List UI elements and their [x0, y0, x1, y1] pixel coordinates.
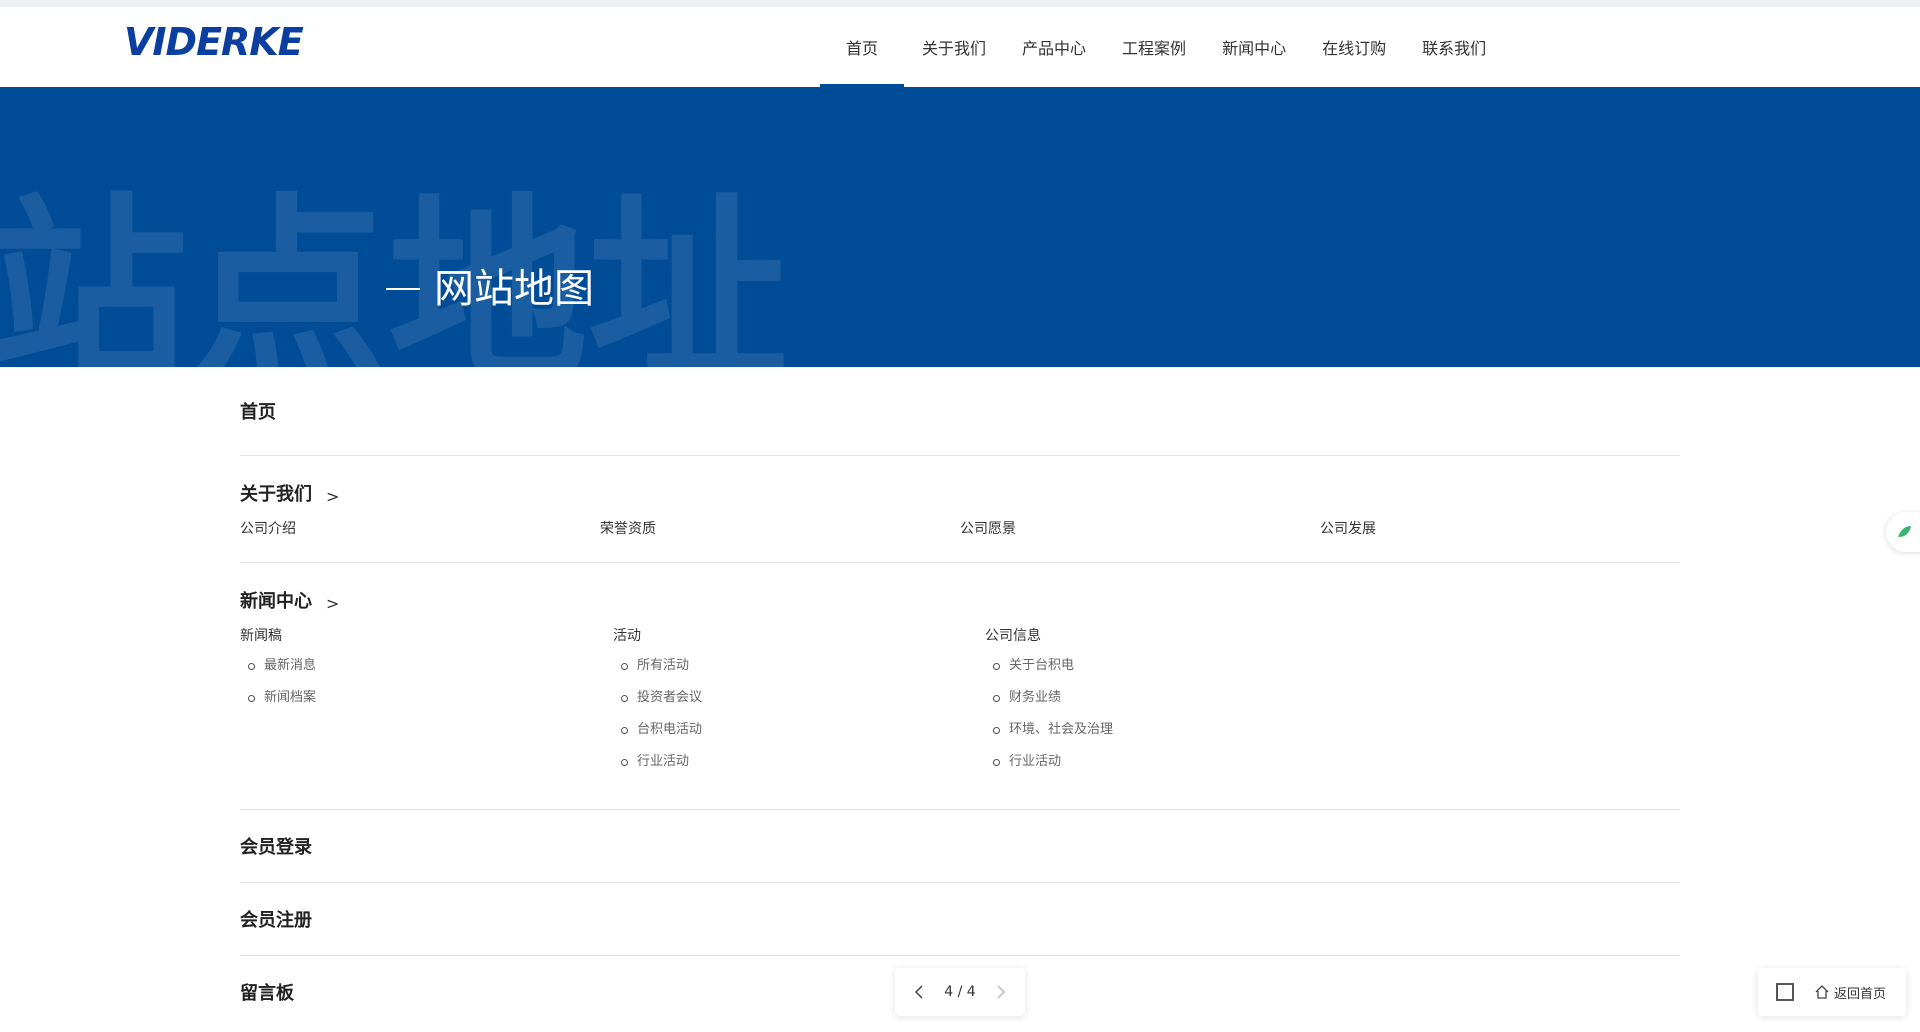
list-item-label: 财务业绩 — [1009, 690, 1062, 705]
top-strip — [0, 0, 1920, 7]
section-title: 关于我们 — [240, 484, 312, 505]
bullet-icon — [621, 663, 628, 670]
page-banner: 站点地址 网站地图 — [0, 87, 1920, 367]
news-column: 活动 所有活动 投资者会议 台积电活动 行业活动 — [613, 625, 985, 783]
sitemap-about-link[interactable]: 关于我们 > — [240, 456, 1680, 518]
chevron-left-icon — [914, 985, 923, 999]
news-column: 新闻稿 最新消息 新闻档案 — [240, 625, 613, 783]
list-item-label: 行业活动 — [637, 754, 690, 769]
page-indicator: 4 / 4 — [944, 984, 976, 1000]
bullet-icon — [993, 727, 1000, 734]
list-item[interactable]: 新闻档案 — [248, 687, 613, 719]
list-item[interactable]: 所有活动 — [621, 655, 985, 687]
nav-news[interactable]: 新闻中心 — [1204, 7, 1304, 87]
list-item-label: 新闻档案 — [264, 690, 317, 705]
list-item[interactable]: 行业活动 — [993, 751, 1358, 783]
fullscreen-toggle[interactable] — [1776, 983, 1794, 1001]
section-title: 留言板 — [240, 983, 294, 1004]
nav-about[interactable]: 关于我们 — [904, 7, 1004, 87]
section-title: 会员注册 — [240, 910, 312, 931]
list-item-label: 环境、社会及治理 — [1009, 722, 1114, 737]
section-title: 会员登录 — [240, 837, 312, 858]
news-column-title[interactable]: 新闻稿 — [240, 625, 613, 647]
leaf-icon — [1898, 526, 1911, 538]
news-column: 公司信息 关于台积电 财务业绩 环境、社会及治理 行业活动 — [985, 625, 1358, 783]
section-arrow: > — [326, 594, 340, 613]
list-item-label: 最新消息 — [264, 658, 317, 673]
title-dash — [386, 288, 420, 290]
back-home-button[interactable]: 返回首页 — [1814, 983, 1886, 1002]
bullet-icon — [993, 695, 1000, 702]
bullet-icon — [248, 695, 255, 702]
list-item[interactable]: 台积电活动 — [621, 719, 985, 751]
list-item-label: 所有活动 — [637, 658, 690, 673]
sitemap: 首页 关于我们 > 公司介绍 荣誉资质 公司愿景 公司发展 新闻中心 > 新闻稿… — [240, 367, 1680, 1028]
section-title: 首页 — [240, 402, 276, 423]
back-home-label: 返回首页 — [1834, 986, 1887, 1002]
sitemap-section-login: 会员登录 — [240, 810, 1680, 883]
bullet-icon — [993, 759, 1000, 766]
side-float-tab[interactable] — [1886, 512, 1920, 552]
logo-mark: VIDERKE — [124, 20, 305, 64]
list-item[interactable]: 行业活动 — [621, 751, 985, 783]
news-columns: 新闻稿 最新消息 新闻档案 活动 所有活动 投资者会议 台积电活动 行业活动 公… — [240, 625, 1680, 809]
bullet-icon — [248, 663, 255, 670]
prev-page-button[interactable] — [911, 984, 927, 1000]
list-item-label: 投资者会议 — [637, 690, 703, 705]
section-arrow: > — [326, 487, 340, 506]
news-column-title[interactable]: 活动 — [613, 625, 985, 647]
list-item[interactable]: 最新消息 — [248, 655, 613, 687]
nav-products[interactable]: 产品中心 — [1004, 7, 1104, 87]
link-development[interactable]: 公司发展 — [1320, 518, 1680, 538]
section-title: 新闻中心 — [240, 591, 312, 612]
list-item-label: 关于台积电 — [1009, 658, 1075, 673]
site-header: VIDERKE 首页 关于我们 产品中心 工程案例 新闻中心 在线订购 联系我们 — [0, 7, 1920, 87]
link-honors[interactable]: 荣誉资质 — [600, 518, 960, 538]
about-links: 公司介绍 荣誉资质 公司愿景 公司发展 — [240, 518, 1680, 562]
bullet-icon — [621, 727, 628, 734]
sitemap-login-link[interactable]: 会员登录 — [240, 810, 1680, 882]
page-title-text: 网站地图 — [434, 266, 594, 312]
next-page-button[interactable] — [993, 984, 1009, 1000]
sitemap-section-about: 关于我们 > 公司介绍 荣誉资质 公司愿景 公司发展 — [240, 456, 1680, 563]
logo-text: VIDERKE — [124, 21, 304, 61]
sitemap-section-news: 新闻中心 > 新闻稿 最新消息 新闻档案 活动 所有活动 投资者会议 台积电活动… — [240, 563, 1680, 810]
float-toolbar: 返回首页 — [1758, 968, 1906, 1016]
sitemap-register-link[interactable]: 会员注册 — [240, 883, 1680, 955]
bullet-icon — [621, 759, 628, 766]
nav-cases[interactable]: 工程案例 — [1104, 7, 1204, 87]
list-item[interactable]: 财务业绩 — [993, 687, 1358, 719]
list-item[interactable]: 环境、社会及治理 — [993, 719, 1358, 751]
sitemap-section-home: 首页 — [240, 367, 1680, 456]
sitemap-section-register: 会员注册 — [240, 883, 1680, 956]
sitemap-home-link[interactable]: 首页 — [240, 367, 1680, 455]
list-item[interactable]: 投资者会议 — [621, 687, 985, 719]
list-item[interactable]: 关于台积电 — [993, 655, 1358, 687]
main-nav: 首页 关于我们 产品中心 工程案例 新闻中心 在线订购 联系我们 — [820, 7, 1504, 87]
chevron-right-icon — [997, 985, 1006, 999]
list-item-label: 行业活动 — [1009, 754, 1062, 769]
nav-order[interactable]: 在线订购 — [1304, 7, 1404, 87]
bullet-icon — [993, 663, 1000, 670]
news-sublist: 关于台积电 财务业绩 环境、社会及治理 行业活动 — [985, 655, 1358, 783]
page-title: 网站地图 — [386, 267, 594, 311]
news-sublist: 最新消息 新闻档案 — [240, 655, 613, 719]
sitemap-news-link[interactable]: 新闻中心 > — [240, 563, 1680, 625]
link-company-intro[interactable]: 公司介绍 — [240, 518, 600, 538]
home-icon — [1815, 985, 1829, 999]
nav-home[interactable]: 首页 — [820, 7, 905, 87]
company-logo[interactable]: VIDERKE — [124, 20, 340, 64]
nav-contact[interactable]: 联系我们 — [1404, 7, 1504, 87]
news-column-title[interactable]: 公司信息 — [985, 625, 1358, 647]
list-item-label: 台积电活动 — [637, 722, 703, 737]
page-pager: 4 / 4 — [895, 968, 1025, 1016]
link-vision[interactable]: 公司愿景 — [960, 518, 1320, 538]
news-sublist: 所有活动 投资者会议 台积电活动 行业活动 — [613, 655, 985, 783]
bullet-icon — [621, 695, 628, 702]
